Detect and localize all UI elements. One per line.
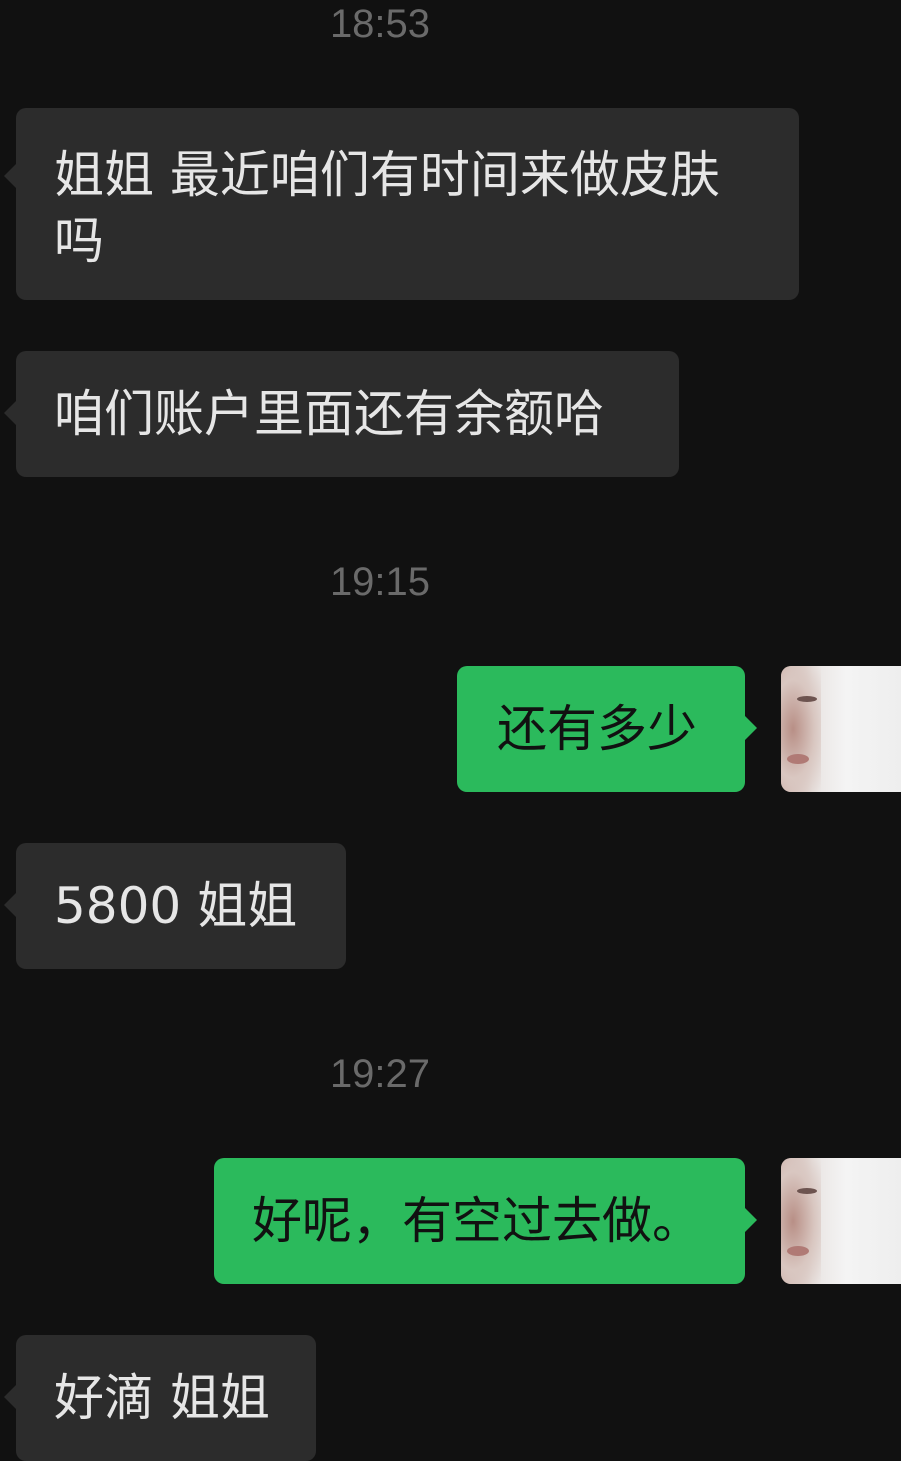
bubble-tail-icon bbox=[745, 716, 757, 740]
message-text: 好滴 姐姐 bbox=[54, 1369, 270, 1427]
bubble-tail-icon bbox=[4, 893, 16, 917]
message-text: 姐姐 最近咱们有时间来做皮肤吗 bbox=[54, 146, 720, 270]
user-avatar[interactable] bbox=[781, 1158, 901, 1284]
avatar-eye bbox=[797, 1188, 817, 1194]
timestamp: 19:27 bbox=[329, 1052, 431, 1096]
avatar-lip bbox=[787, 1246, 809, 1256]
outgoing-message-bubble[interactable]: 还有多少 bbox=[457, 666, 757, 792]
message-text: 好呢，有空过去做。 bbox=[252, 1192, 702, 1250]
message-text: 还有多少 bbox=[497, 700, 697, 758]
avatar-lip bbox=[787, 754, 809, 764]
incoming-message-bubble[interactable]: 姐姐 最近咱们有时间来做皮肤吗 bbox=[4, 108, 799, 300]
incoming-message-bubble[interactable]: 好滴 姐姐 bbox=[4, 1335, 316, 1461]
outgoing-message-bubble[interactable]: 好呢，有空过去做。 bbox=[214, 1158, 757, 1284]
timestamp: 18:53 bbox=[329, 2, 431, 46]
avatar-shade bbox=[781, 1158, 821, 1284]
message-text: 咱们账户里面还有余额哈 bbox=[54, 385, 604, 443]
message-text: 5800 姐姐 bbox=[54, 877, 298, 935]
incoming-message-bubble[interactable]: 咱们账户里面还有余额哈 bbox=[4, 351, 679, 477]
avatar-eye bbox=[797, 696, 817, 702]
bubble-tail-icon bbox=[4, 401, 16, 425]
bubble-tail-icon bbox=[4, 164, 16, 188]
incoming-message-bubble[interactable]: 5800 姐姐 bbox=[4, 843, 346, 969]
timestamp: 19:15 bbox=[329, 560, 431, 604]
avatar-shade bbox=[781, 666, 821, 792]
bubble-tail-icon bbox=[745, 1208, 757, 1232]
bubble-tail-icon bbox=[4, 1385, 16, 1409]
user-avatar[interactable] bbox=[781, 666, 901, 792]
